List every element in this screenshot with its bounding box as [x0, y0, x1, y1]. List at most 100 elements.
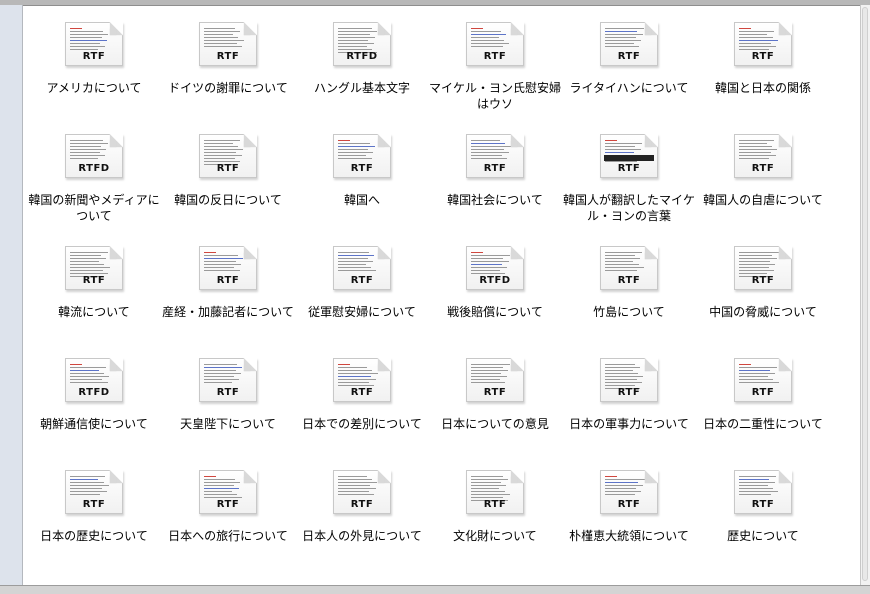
- page-fold-corner: [377, 134, 391, 148]
- file-name: 朴槿恵大統領について: [569, 529, 689, 543]
- file-item[interactable]: RTF 従軍慰安婦について: [295, 229, 429, 341]
- file-item[interactable]: RTF 韓国と日本の関係: [696, 5, 830, 117]
- document-preview: [204, 28, 244, 49]
- file-item[interactable]: RTFD 朝鮮通信使について: [27, 341, 161, 453]
- file-type-label: RTFD: [78, 163, 110, 174]
- file-type-label: RTF: [483, 387, 507, 398]
- file-item[interactable]: RTF 日本での差別について: [295, 341, 429, 453]
- page-fold-corner: [510, 134, 524, 148]
- file-name: 韓国人の自虐について: [703, 193, 823, 207]
- document-page: RTF: [600, 134, 658, 178]
- page-fold-corner: [644, 470, 658, 484]
- file-item[interactable]: RTFD ハングル基本文字: [295, 5, 429, 117]
- file-name: 歴史について: [727, 529, 799, 543]
- document-page: RTF: [466, 470, 524, 514]
- file-name: アメリカについて: [46, 81, 142, 95]
- document-preview: [605, 252, 645, 273]
- file-type-label: RTF: [82, 499, 106, 510]
- document-page: RTF: [600, 246, 658, 290]
- file-item[interactable]: RTF 朴槿恵大統領について: [562, 453, 696, 565]
- document-preview: [338, 252, 378, 273]
- document-icon: RTF: [199, 22, 257, 66]
- document-preview: [739, 476, 779, 497]
- document-icon: RTF: [600, 22, 658, 66]
- file-item[interactable]: RTF 韓流について: [27, 229, 161, 341]
- document-page: RTF: [734, 358, 792, 402]
- document-page: RTFD: [333, 22, 391, 66]
- file-item[interactable]: RTF 産経・加藤記者について: [161, 229, 295, 341]
- scrollbar-thumb[interactable]: [862, 7, 868, 581]
- file-item[interactable]: RTF 日本への旅行について: [161, 453, 295, 565]
- file-type-label: RTFD: [346, 51, 378, 62]
- file-item[interactable]: RTF 韓国へ: [295, 117, 429, 229]
- file-item[interactable]: RTFD 韓国の新聞やメディアについて: [27, 117, 161, 229]
- file-item[interactable]: RTF マイケル・ヨン氏慰安婦はウソ: [428, 5, 562, 117]
- document-preview: [605, 476, 645, 497]
- document-page: RTF: [466, 22, 524, 66]
- file-type-label: RTF: [350, 499, 374, 510]
- document-preview: [204, 252, 244, 273]
- document-icon: RTF: [65, 246, 123, 290]
- file-item[interactable]: RTF 日本の歴史について: [27, 453, 161, 565]
- document-icon: RTF: [466, 22, 524, 66]
- file-type-label: RTF: [483, 51, 507, 62]
- document-icon: RTF: [734, 246, 792, 290]
- file-name: 天皇陛下について: [180, 417, 276, 431]
- file-type-label: RTF: [617, 163, 641, 174]
- file-item[interactable]: RTF 歴史について: [696, 453, 830, 565]
- file-item[interactable]: RTF 竹島について: [562, 229, 696, 341]
- document-icon: RTFD: [65, 358, 123, 402]
- document-page: RTF: [600, 22, 658, 66]
- file-item[interactable]: RTF 文化財について: [428, 453, 562, 565]
- document-icon: RTF: [600, 134, 658, 178]
- document-page: RTF: [734, 470, 792, 514]
- file-type-label: RTF: [216, 275, 240, 286]
- page-fold-corner: [109, 134, 123, 148]
- file-type-label: RTF: [350, 387, 374, 398]
- document-icon: RTF: [600, 246, 658, 290]
- file-item[interactable]: RTF 日本人の外見について: [295, 453, 429, 565]
- file-type-label: RTF: [617, 387, 641, 398]
- page-fold-corner: [243, 358, 257, 372]
- page-fold-corner: [510, 470, 524, 484]
- file-item[interactable]: RTF 韓国社会について: [428, 117, 562, 229]
- document-page: RTF: [333, 246, 391, 290]
- file-name: 韓国の反日について: [174, 193, 282, 207]
- file-item[interactable]: RTF 日本の軍事力について: [562, 341, 696, 453]
- file-type-label: RTF: [483, 499, 507, 510]
- document-page: RTF: [600, 358, 658, 402]
- file-name: 日本についての意見: [441, 417, 549, 431]
- page-fold-corner: [510, 358, 524, 372]
- document-icon: RTF: [333, 134, 391, 178]
- file-item[interactable]: RTF 日本についての意見: [428, 341, 562, 453]
- file-name: 韓流について: [58, 305, 130, 319]
- document-icon: RTF: [65, 22, 123, 66]
- file-item[interactable]: RTF 天皇陛下について: [161, 341, 295, 453]
- document-icon: RTF: [734, 470, 792, 514]
- document-page: RTF: [466, 134, 524, 178]
- file-type-label: RTF: [751, 499, 775, 510]
- file-item[interactable]: RTF アメリカについて: [27, 5, 161, 117]
- document-preview: [739, 140, 779, 161]
- page-fold-corner: [377, 22, 391, 36]
- file-type-label: RTF: [751, 275, 775, 286]
- file-item[interactable]: RTF ライタイハンについて: [562, 5, 696, 117]
- page-fold-corner: [644, 246, 658, 260]
- file-item[interactable]: RTF 日本の二重性について: [696, 341, 830, 453]
- document-page: RTFD: [466, 246, 524, 290]
- file-item[interactable]: RTF 韓国の反日について: [161, 117, 295, 229]
- document-page: RTF: [734, 246, 792, 290]
- document-preview: [605, 28, 645, 49]
- document-preview: [338, 140, 378, 161]
- page-fold-corner: [243, 22, 257, 36]
- file-item[interactable]: RTF ドイツの謝罪について: [161, 5, 295, 117]
- page-fold-corner: [109, 470, 123, 484]
- finder-sidebar[interactable]: [0, 5, 23, 585]
- file-item[interactable]: RTF 韓国人の自虐について: [696, 117, 830, 229]
- file-item[interactable]: RTF 中国の脅威について: [696, 229, 830, 341]
- file-name: 従軍慰安婦について: [308, 305, 416, 319]
- file-item[interactable]: RTFD 戦後賠償について: [428, 229, 562, 341]
- file-type-label: RTF: [216, 51, 240, 62]
- file-item[interactable]: RTF 韓国人が翻訳したマイケル・ヨンの言葉: [562, 117, 696, 229]
- vertical-scrollbar[interactable]: [860, 5, 870, 585]
